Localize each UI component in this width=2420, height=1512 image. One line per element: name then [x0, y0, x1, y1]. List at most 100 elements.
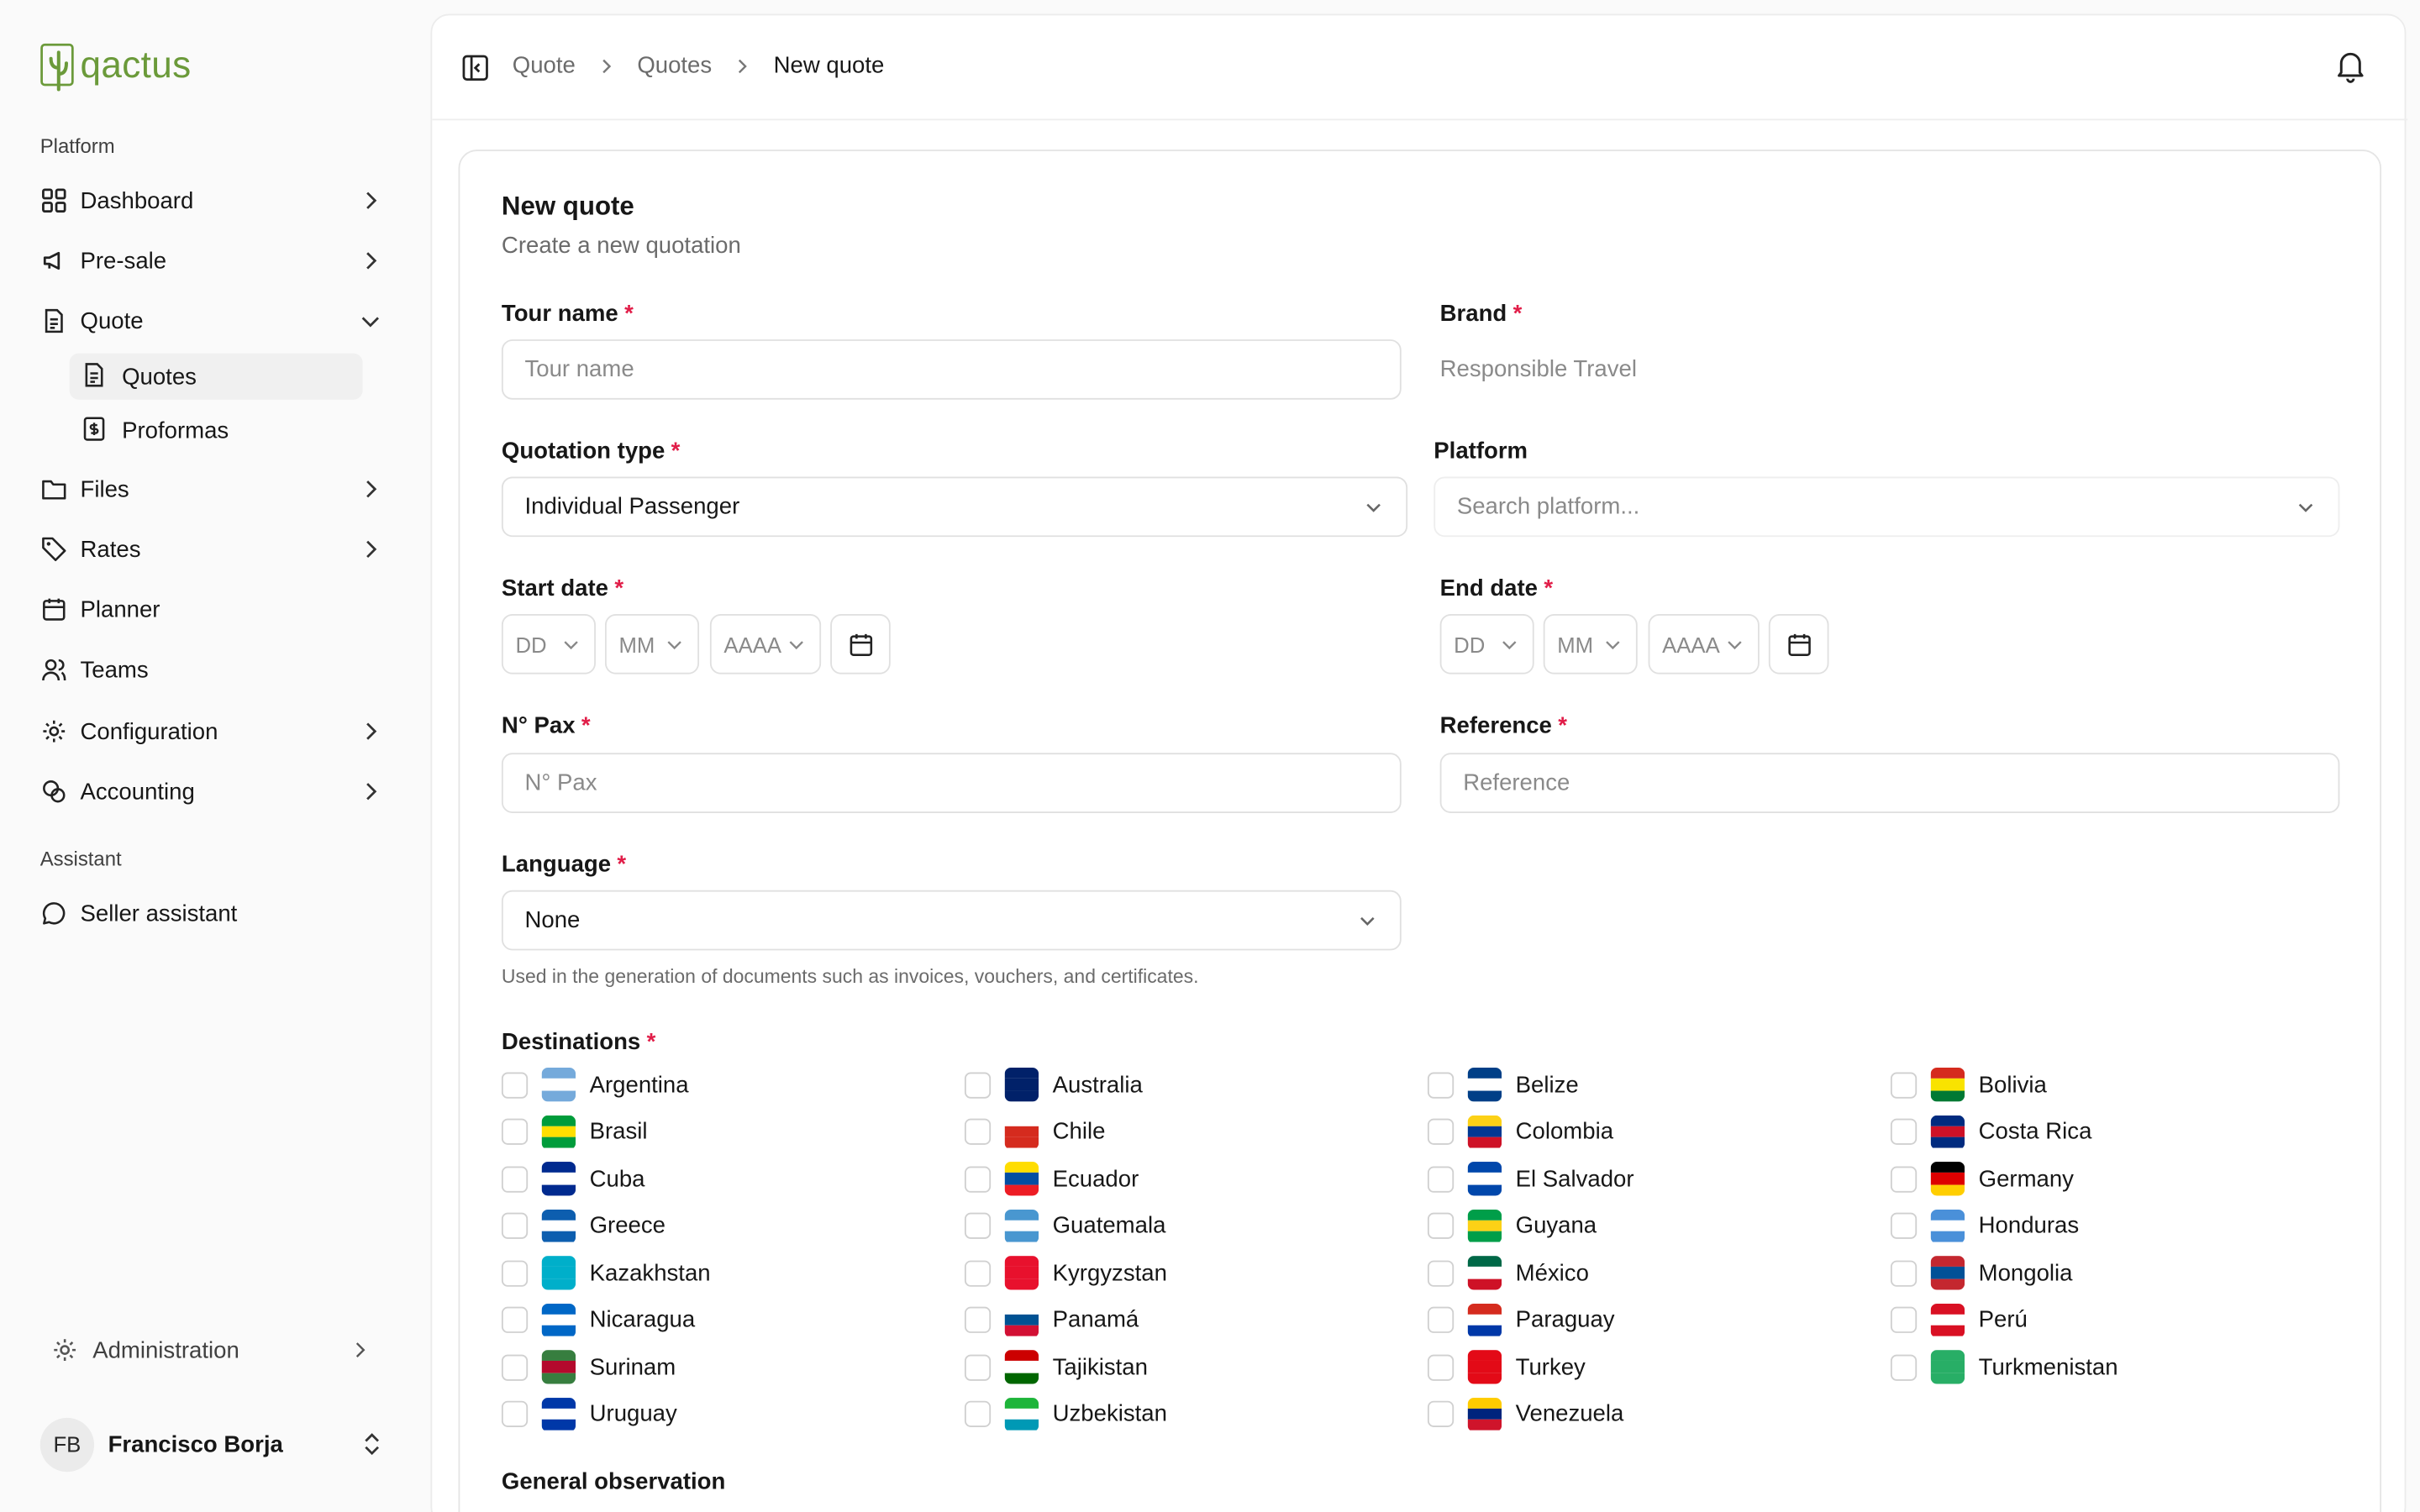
- destination-option[interactable]: Panamá: [964, 1297, 1139, 1343]
- destination-checkbox[interactable]: [964, 1306, 992, 1333]
- language-select[interactable]: None: [501, 890, 1402, 951]
- quotation-type-select[interactable]: Individual Passenger: [501, 476, 1408, 538]
- logo[interactable]: qactus: [40, 40, 192, 92]
- destination-checkbox[interactable]: [501, 1259, 529, 1286]
- sidebar-item-pre-sale[interactable]: Pre-sale: [28, 234, 398, 286]
- bell-icon[interactable]: [2333, 50, 2367, 83]
- destination-checkbox[interactable]: [964, 1071, 992, 1098]
- destination-option[interactable]: Belize: [1427, 1062, 1579, 1108]
- destination-checkbox[interactable]: [501, 1306, 529, 1333]
- destination-checkbox[interactable]: [1427, 1071, 1455, 1098]
- platform-select[interactable]: Search platform...: [1434, 476, 2340, 538]
- destination-option[interactable]: Argentina: [501, 1062, 689, 1108]
- destination-option[interactable]: El Salvador: [1427, 1156, 1634, 1202]
- start-month-select[interactable]: MM: [604, 614, 700, 675]
- destination-option[interactable]: Mongolia: [1890, 1250, 2072, 1296]
- sidebar-subitem-proformas[interactable]: Proformas: [70, 407, 363, 454]
- destination-option[interactable]: Uruguay: [501, 1391, 677, 1437]
- destination-option[interactable]: Colombia: [1427, 1109, 1613, 1155]
- chevron-up-down-icon: [365, 1433, 379, 1456]
- destination-checkbox[interactable]: [964, 1353, 992, 1380]
- destination-checkbox[interactable]: [501, 1212, 529, 1239]
- destination-checkbox[interactable]: [1890, 1165, 1918, 1192]
- destination-checkbox[interactable]: [964, 1118, 992, 1145]
- end-month-select[interactable]: MM: [1543, 614, 1638, 675]
- destination-option[interactable]: Cuba: [501, 1156, 644, 1202]
- destination-name: Panamá: [1052, 1306, 1139, 1333]
- end-date-calendar-button[interactable]: [1768, 614, 1829, 675]
- destination-option[interactable]: Perú: [1890, 1297, 2028, 1343]
- sidebar-item-configuration[interactable]: Configuration: [28, 705, 398, 757]
- destination-option[interactable]: Turkey: [1427, 1344, 1586, 1390]
- sidebar-item-files[interactable]: Files: [28, 463, 398, 515]
- breadcrumb-quote[interactable]: Quote: [513, 52, 576, 78]
- destination-checkbox[interactable]: [1427, 1306, 1455, 1333]
- destination-checkbox[interactable]: [501, 1400, 529, 1427]
- destination-checkbox[interactable]: [1890, 1071, 1918, 1098]
- sidebar-item-teams[interactable]: Teams: [28, 643, 398, 696]
- sidebar-item-quote[interactable]: Quote: [28, 295, 398, 347]
- user-menu[interactable]: FB Francisco Borja: [39, 1416, 395, 1472]
- destination-checkbox[interactable]: [501, 1071, 529, 1098]
- end-date-label: End date *: [1439, 575, 1554, 602]
- destination-option[interactable]: Guatemala: [964, 1203, 1165, 1249]
- start-date-calendar-button[interactable]: [830, 614, 891, 675]
- destination-checkbox[interactable]: [964, 1259, 992, 1286]
- sidebar-subitem-quotes[interactable]: Quotes: [69, 353, 363, 400]
- end-day-select[interactable]: DD: [1439, 614, 1534, 675]
- destination-checkbox[interactable]: [1427, 1353, 1455, 1380]
- reference-input[interactable]: Reference: [1439, 753, 2340, 813]
- destination-option[interactable]: Kazakhstan: [501, 1250, 711, 1296]
- destination-option[interactable]: Uzbekistan: [964, 1391, 1167, 1437]
- destination-option[interactable]: Greece: [501, 1203, 666, 1249]
- destination-checkbox[interactable]: [964, 1165, 992, 1192]
- destination-option[interactable]: Venezuela: [1427, 1391, 1623, 1437]
- destination-checkbox[interactable]: [1427, 1212, 1455, 1239]
- destination-checkbox[interactable]: [501, 1118, 529, 1145]
- destination-checkbox[interactable]: [964, 1400, 992, 1427]
- pax-input[interactable]: N° Pax: [501, 753, 1402, 813]
- destination-option[interactable]: Honduras: [1890, 1203, 2079, 1249]
- destination-name: Surinam: [589, 1353, 676, 1380]
- sidebar-item-accounting[interactable]: Accounting: [28, 765, 398, 817]
- destination-checkbox[interactable]: [1890, 1353, 1918, 1380]
- destination-option[interactable]: Kyrgyzstan: [964, 1250, 1167, 1296]
- destination-checkbox[interactable]: [501, 1165, 529, 1192]
- flag-icon: [1930, 1209, 1965, 1243]
- destination-option[interactable]: Surinam: [501, 1344, 676, 1390]
- sidebar-item-rates[interactable]: Rates: [28, 523, 398, 575]
- destination-option[interactable]: Paraguay: [1427, 1297, 1615, 1343]
- destination-option[interactable]: Nicaragua: [501, 1297, 695, 1343]
- destination-checkbox[interactable]: [1890, 1259, 1918, 1286]
- destination-checkbox[interactable]: [501, 1353, 529, 1380]
- destination-option[interactable]: Brasil: [501, 1109, 648, 1155]
- destination-checkbox[interactable]: [1890, 1306, 1918, 1333]
- sidebar-item-planner[interactable]: Planner: [28, 583, 398, 635]
- destination-checkbox[interactable]: [964, 1212, 992, 1239]
- administration-button[interactable]: Administration: [40, 1322, 395, 1378]
- destination-checkbox[interactable]: [1427, 1400, 1455, 1427]
- destination-option[interactable]: Tajikistan: [964, 1344, 1148, 1390]
- destination-option[interactable]: México: [1427, 1250, 1589, 1296]
- tour-name-input[interactable]: Tour name: [501, 339, 1402, 400]
- destination-checkbox[interactable]: [1890, 1212, 1918, 1239]
- destination-option[interactable]: Germany: [1890, 1156, 2074, 1202]
- destination-option[interactable]: Ecuador: [964, 1156, 1139, 1202]
- destination-checkbox[interactable]: [1427, 1118, 1455, 1145]
- breadcrumb-quotes[interactable]: Quotes: [637, 52, 712, 78]
- destination-option[interactable]: Costa Rica: [1890, 1109, 2091, 1155]
- start-day-select[interactable]: DD: [501, 614, 596, 675]
- sidebar-item-dashboard[interactable]: Dashboard: [28, 175, 398, 227]
- destination-option[interactable]: Chile: [964, 1109, 1105, 1155]
- sidebar-item-seller-assistant[interactable]: Seller assistant: [28, 887, 398, 939]
- end-year-select[interactable]: AAAA: [1648, 614, 1760, 675]
- destination-checkbox[interactable]: [1427, 1165, 1455, 1192]
- destination-option[interactable]: Turkmenistan: [1890, 1344, 2118, 1390]
- destination-option[interactable]: Guyana: [1427, 1203, 1597, 1249]
- destination-option[interactable]: Australia: [964, 1062, 1143, 1108]
- sidebar-toggle-icon[interactable]: [461, 54, 489, 81]
- destination-option[interactable]: Bolivia: [1890, 1062, 2047, 1108]
- destination-checkbox[interactable]: [1427, 1259, 1455, 1286]
- destination-checkbox[interactable]: [1890, 1118, 1918, 1145]
- start-year-select[interactable]: AAAA: [709, 614, 822, 675]
